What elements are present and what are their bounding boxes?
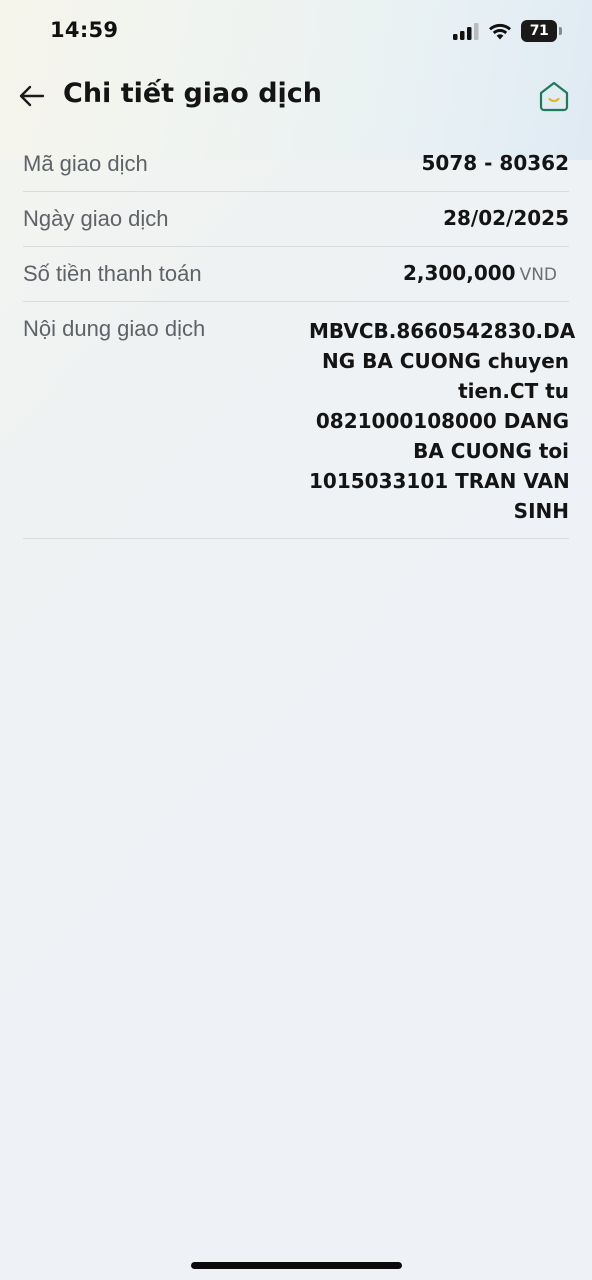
home-button[interactable] [536,78,572,114]
content-line: 0821000108000 DANG [315,409,569,433]
status-time: 14:59 [50,18,119,42]
battery-level: 71 [529,23,549,39]
amount-row: Số tiền thanh toán 2,300,000 VND [23,247,569,302]
home-indicator[interactable] [191,1262,402,1269]
battery-nub [559,27,562,35]
transaction-details: Mã giao dịch 5078 - 80362 Ngày giao dịch… [23,137,576,539]
back-button[interactable] [16,80,48,112]
transaction-date-label: Ngày giao dịch [23,206,169,231]
content-line: MBVCB.8660542830.DA [309,319,576,343]
transaction-id-value: 5078 - 80362 [421,151,569,175]
home-smile-icon [539,81,569,112]
status-bar: 14:59 71 [0,0,592,64]
transaction-date-row: Ngày giao dịch 28/02/2025 [23,192,569,247]
amount-label: Số tiền thanh toán [23,261,202,286]
content-line: 1015033101 TRAN VAN [309,469,570,493]
cellular-signal-icon [453,22,479,40]
arrow-left-icon [19,85,45,107]
content-value: MBVCB.8660542830.DA NG BA CUONG chuyen t… [309,316,576,526]
transaction-id-label: Mã giao dịch [23,151,148,176]
wifi-icon [489,23,511,40]
content-label: Nội dung giao dịch [23,316,206,341]
content-line: tien.CT tu [458,379,569,403]
status-icons: 71 [453,20,562,42]
amount-value-group: 2,300,000 VND [403,261,557,285]
battery-icon: 71 [521,20,557,42]
app-header: Chi tiết giao dịch [0,68,592,124]
content-line: BA CUONG toi [413,439,569,463]
page-title: Chi tiết giao dịch [63,78,323,109]
content-row: Nội dung giao dịch MBVCB.8660542830.DA N… [23,302,576,539]
content-line: SINH [513,499,569,523]
content-line: NG BA CUONG chuyen [321,349,569,373]
transaction-id-row: Mã giao dịch 5078 - 80362 [23,137,569,192]
transaction-date-value: 28/02/2025 [443,206,569,230]
amount-value: 2,300,000 [402,261,516,285]
amount-currency: VND [519,265,557,285]
